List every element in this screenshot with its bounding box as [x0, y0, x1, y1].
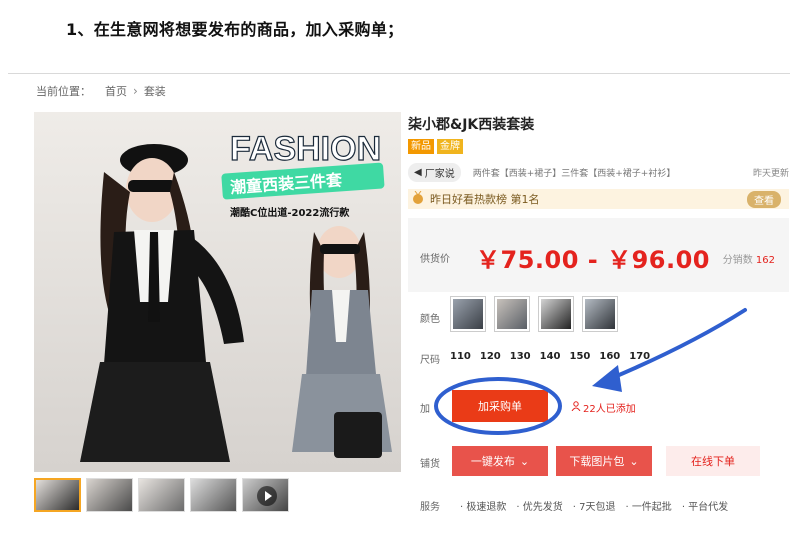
maker-tag[interactable]: ◀ 厂家说	[408, 162, 461, 182]
instruction-heading: 1、在生意网将想要发布的商品，加入采购单；	[66, 20, 404, 39]
rank-view-button[interactable]: 查看	[747, 190, 781, 208]
price-box: 供货价 ￥75.00 - ￥96.00 分销数 162	[408, 218, 789, 292]
size-option[interactable]: 120	[480, 351, 501, 362]
update-text: 昨天更新	[752, 168, 789, 179]
rank-text: 昨日好看热款榜 第1名	[430, 193, 540, 206]
service-item: · 优先发货	[516, 502, 563, 513]
chevron-down-icon: ⌄	[519, 455, 530, 468]
distribute-label: 铺货	[420, 459, 440, 470]
caption-text: 潮酷C位出道-2022流行款	[230, 206, 350, 219]
annotation-arrow	[610, 308, 747, 380]
sold-count: 分销数 162	[723, 251, 775, 266]
publish-label: 一键发布	[470, 456, 515, 468]
size-options: 110 120 130 140 150 160 170	[450, 351, 650, 362]
speaker-icon: ◀	[414, 166, 422, 178]
size-option[interactable]: 160	[599, 351, 620, 362]
service-item: · 7天包退	[572, 502, 616, 513]
thumbnail[interactable]	[86, 478, 133, 512]
new-badge: 新品	[408, 139, 434, 154]
add-to-purchase-list-button[interactable]: 加采购单	[452, 390, 548, 422]
color-swatch[interactable]	[538, 296, 574, 332]
chevron-right-icon: ›	[133, 84, 138, 98]
size-option[interactable]: 170	[629, 351, 650, 362]
service-item: · 极速退款	[460, 502, 507, 513]
size-option[interactable]: 150	[570, 351, 591, 362]
breadcrumb-label: 当前位置：	[36, 85, 91, 98]
product-title: 柒小郡&JK西装套装	[408, 117, 535, 133]
thumbnail[interactable]	[138, 478, 185, 512]
video-thumbnail[interactable]	[242, 478, 289, 512]
order-online-button[interactable]: 在线下单	[666, 446, 760, 476]
arrow-head	[592, 365, 622, 392]
maker-row: ◀ 厂家说 两件套【西装+裙子】三件套【西装+裙子+衬衫】 昨天更新	[408, 162, 789, 182]
breadcrumb: 当前位置： 首页 › 套装	[36, 83, 166, 99]
product-main-image[interactable]: FASHION 潮童西装三件套 潮酷C位出道-2022流行款	[34, 112, 401, 472]
thumbnail[interactable]	[190, 478, 237, 512]
breadcrumb-home[interactable]: 首页	[105, 83, 127, 99]
breadcrumb-current[interactable]: 套装	[144, 83, 166, 99]
maker-description: 两件套【西装+裙子】三件套【西装+裙子+衬衫】	[472, 168, 676, 179]
add-label: 加	[420, 404, 430, 415]
service-label: 服务	[420, 502, 440, 513]
services-row: 服务 · 极速退款 · 优先发货 · 7天包退 · 一件起批 · 平台代发	[420, 498, 728, 513]
badge-group: 新品 金牌	[408, 139, 463, 154]
thumbnail-strip	[34, 478, 289, 512]
sold-number: 162	[755, 255, 775, 266]
color-label: 颜色	[420, 314, 440, 325]
download-images-button[interactable]: 下载图片包 ⌄	[556, 446, 652, 476]
thumbnail[interactable]	[34, 478, 81, 512]
rank-row: 昨日好看热款榜 第1名 查看	[408, 189, 789, 209]
service-item: · 一件起批	[625, 502, 672, 513]
person-icon	[571, 401, 581, 414]
divider	[8, 73, 790, 74]
color-options	[450, 296, 618, 332]
fashion-text: FASHION	[230, 130, 381, 168]
price-label: 供货价	[420, 254, 450, 265]
color-swatch[interactable]	[450, 296, 486, 332]
service-item: · 平台代发	[681, 502, 729, 513]
size-option[interactable]: 130	[510, 351, 531, 362]
price-value: ￥75.00 - ￥96.00	[476, 246, 710, 274]
size-option[interactable]: 140	[540, 351, 561, 362]
play-icon	[257, 486, 277, 506]
added-count: 22人已添加	[571, 400, 636, 415]
medal-icon	[412, 190, 424, 208]
size-label: 尺码	[420, 355, 440, 366]
color-swatch[interactable]	[494, 296, 530, 332]
gold-badge: 金牌	[437, 139, 463, 154]
sold-label: 分销数	[722, 255, 753, 266]
chevron-down-icon: ⌄	[629, 455, 639, 468]
size-option[interactable]: 110	[450, 351, 471, 362]
one-click-publish-button[interactable]: 一键发布 ⌄	[452, 446, 548, 476]
maker-tag-label: 厂家说	[424, 168, 455, 180]
order-label: 在线下单	[691, 456, 735, 468]
download-label: 下载图片包	[569, 456, 625, 468]
added-text: 22人已添加	[583, 404, 636, 415]
color-swatch[interactable]	[582, 296, 618, 332]
